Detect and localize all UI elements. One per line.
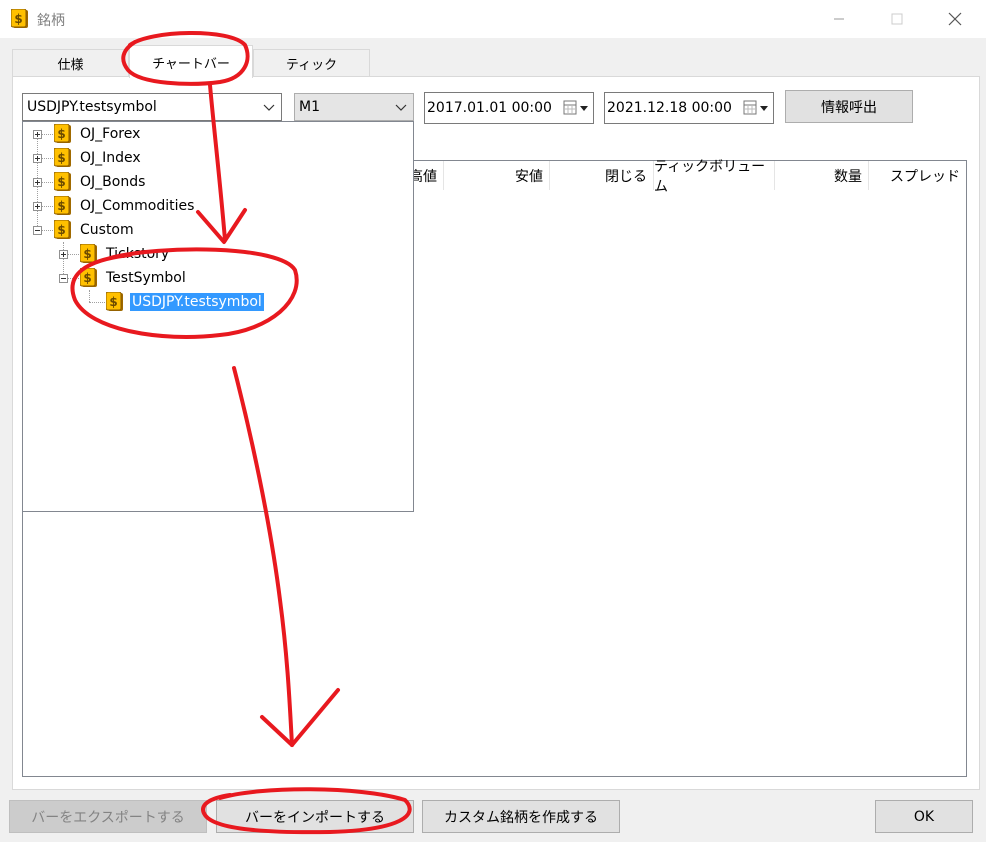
tree-node-oj-index[interactable]: $ OJ_Index: [54, 147, 143, 169]
calendar-icon[interactable]: [743, 99, 769, 117]
tree-node-label-selected: USDJPY.testsymbol: [130, 293, 264, 311]
column-header-volume[interactable]: 数量: [775, 161, 869, 190]
column-header-close[interactable]: 閉じる: [550, 161, 654, 190]
coin-icon: $: [54, 196, 71, 215]
svg-text:$: $: [57, 199, 65, 213]
chevron-down-icon: [263, 104, 275, 111]
import-bars-label: バーをインポートする: [245, 809, 385, 826]
svg-text:$: $: [57, 127, 65, 141]
collapse-toggle[interactable]: [59, 274, 68, 283]
coin-icon: $: [54, 148, 71, 167]
tree-connector: [89, 302, 105, 303]
expand-toggle[interactable]: [33, 154, 42, 163]
symbol-select[interactable]: USDJPY.testsymbol: [22, 93, 282, 121]
svg-text:$: $: [14, 12, 22, 26]
svg-text:$: $: [57, 175, 65, 189]
collapse-toggle[interactable]: [33, 226, 42, 235]
date-from-field[interactable]: 2017.01.01 00:00: [424, 92, 594, 124]
svg-text:$: $: [83, 271, 91, 285]
coin-icon: $: [54, 220, 71, 239]
tree-node-testsymbol[interactable]: $ TestSymbol: [80, 267, 188, 289]
column-header-label: 安値: [515, 168, 543, 185]
ok-button[interactable]: OK: [875, 800, 973, 833]
coin-icon: $: [106, 292, 123, 311]
tree-node-label: OJ_Bonds: [80, 174, 146, 190]
svg-text:$: $: [57, 151, 65, 165]
calendar-icon[interactable]: [563, 99, 589, 117]
expand-toggle[interactable]: [33, 178, 42, 187]
symbol-tree: $ OJ_Forex $ OJ_Index $ OJ_Bonds $ OJ_Co…: [22, 121, 414, 512]
close-icon: [948, 12, 962, 26]
export-bars-label: バーをエクスポートする: [31, 809, 185, 826]
tree-connector: [89, 290, 90, 302]
close-button[interactable]: [932, 6, 978, 32]
coin-icon: $: [80, 244, 97, 263]
column-header-label: スプレッド: [890, 168, 960, 185]
minimize-icon: [834, 18, 844, 20]
tree-node-label: OJ_Commodities: [80, 198, 195, 214]
symbol-select-value: USDJPY.testsymbol: [27, 99, 157, 115]
svg-text:$: $: [83, 247, 91, 261]
tab-label: チャートバー: [152, 56, 230, 72]
ok-button-label: OK: [913, 808, 935, 825]
date-to-field[interactable]: 2021.12.18 00:00: [604, 92, 774, 124]
tree-connector: [63, 242, 64, 278]
timeframe-select[interactable]: M1: [294, 93, 414, 121]
tree-node-oj-commodities[interactable]: $ OJ_Commodities: [54, 195, 196, 217]
column-header-spread[interactable]: スプレッド: [869, 161, 966, 190]
column-header-tick-volume[interactable]: ティックボリューム: [654, 159, 775, 195]
tab-chart-bars[interactable]: チャートバー: [129, 45, 253, 78]
tree-node-label: OJ_Index: [80, 150, 141, 166]
timeframe-select-value: M1: [299, 99, 320, 115]
symbols-window: $ 銘柄 仕様 チャートバー ティック USDJPY.testsymbol M1: [0, 0, 986, 842]
minimize-button[interactable]: [816, 6, 862, 32]
coin-icon: $: [54, 124, 71, 143]
date-to-value: 2021.12.18 00:00: [607, 100, 732, 116]
title-bar: $ 銘柄: [0, 0, 986, 38]
svg-text:$: $: [57, 223, 65, 237]
column-header-label: 数量: [834, 168, 862, 185]
request-button-label: 情報呼出: [821, 99, 877, 116]
tree-node-tickstory[interactable]: $ Tickstory: [80, 243, 171, 265]
tab-ticks[interactable]: ティック: [253, 49, 370, 77]
expand-toggle[interactable]: [33, 202, 42, 211]
tree-node-label: OJ_Forex: [80, 126, 141, 142]
date-from-value: 2017.01.01 00:00: [427, 100, 552, 116]
tree-node-oj-forex[interactable]: $ OJ_Forex: [54, 123, 142, 145]
tree-node-label: Custom: [80, 222, 134, 238]
export-bars-button[interactable]: バーをエクスポートする: [9, 800, 207, 833]
tab-specification[interactable]: 仕様: [12, 49, 129, 77]
svg-text:$: $: [109, 295, 117, 309]
create-custom-symbol-button[interactable]: カスタム銘柄を作成する: [422, 800, 620, 833]
column-header-low[interactable]: 安値: [444, 161, 550, 190]
expand-toggle[interactable]: [59, 250, 68, 259]
tree-node-label: TestSymbol: [106, 270, 186, 286]
import-bars-button[interactable]: バーをインポートする: [216, 800, 414, 833]
tree-node-oj-bonds[interactable]: $ OJ_Bonds: [54, 171, 147, 193]
create-custom-symbol-label: カスタム銘柄を作成する: [444, 809, 598, 826]
window-title: 銘柄: [37, 13, 65, 29]
request-button[interactable]: 情報呼出: [785, 90, 913, 123]
coin-icon: $: [11, 9, 28, 28]
coin-icon: $: [54, 172, 71, 191]
column-header-label: ティックボリューム: [654, 158, 766, 195]
maximize-icon: [891, 13, 903, 25]
maximize-button[interactable]: [874, 6, 920, 32]
tab-label: 仕様: [57, 58, 84, 73]
coin-icon: $: [80, 268, 97, 287]
tree-node-usdjpy-testsymbol[interactable]: $ USDJPY.testsymbol: [106, 291, 264, 313]
tree-node-label: Tickstory: [106, 246, 170, 262]
tree-node-custom[interactable]: $ Custom: [54, 219, 136, 241]
chevron-down-icon: [395, 104, 407, 111]
expand-toggle[interactable]: [33, 130, 42, 139]
column-header-label: 閉じる: [605, 168, 647, 185]
tab-label: ティック: [285, 58, 338, 73]
